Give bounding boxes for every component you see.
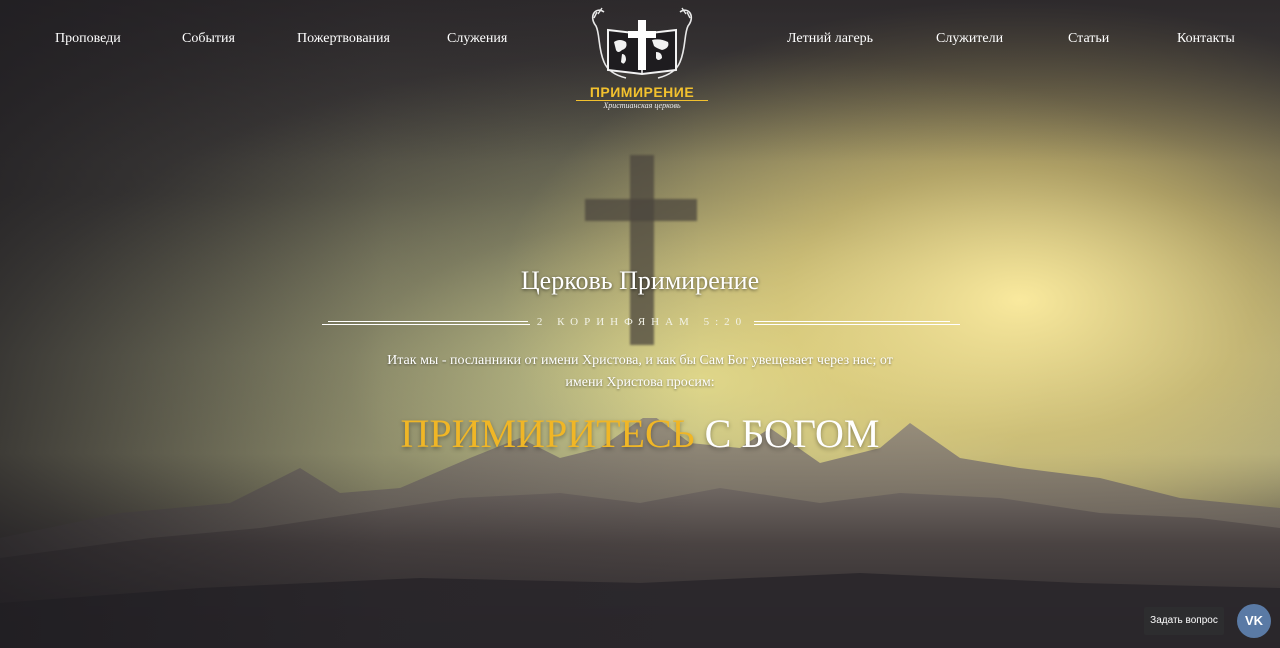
nav-item-ministers[interactable]: Служители [936,31,1003,47]
divider-right-bottom [754,324,960,325]
ask-question-button[interactable]: Задать вопрос [1144,607,1224,635]
hero-slogan: ПРИМИРИТЕСЬ С БОГОМ [340,410,940,457]
slogan-rest: С БОГОМ [704,411,880,456]
divider-right-top [754,321,950,322]
nav-item-sermons[interactable]: Проповеди [55,31,121,47]
logo-title: ПРИМИРЕНИЕ [589,84,695,100]
cross-horizontal-beam [585,199,697,221]
nav-item-contacts[interactable]: Контакты [1177,31,1235,47]
nav-item-ministries[interactable]: Служения [447,31,507,47]
scripture-reference-row: 2 КОРИНФЯНАМ 5:20 [322,315,962,331]
nav-item-summer-camp[interactable]: Летний лагерь [787,31,873,47]
slogan-highlight: ПРИМИРИТЕСЬ [400,411,695,456]
nav-item-events[interactable]: События [182,31,235,47]
nav-item-articles[interactable]: Статьи [1068,31,1109,47]
hero-title: Церковь Примирение [520,266,760,295]
scripture-reference: 2 КОРИНФЯНАМ 5:20 [536,316,748,328]
nav-item-donations[interactable]: Пожертвования [297,31,390,47]
scripture-quote: Итак мы - посланники от имени Христова, … [387,353,893,390]
church-logo[interactable]: ПРИМИРЕНИЕ Христианская церковь [574,4,710,116]
vk-icon[interactable]: VK [1237,604,1271,638]
bible-cross-emblem-icon [591,7,693,79]
logo-subtitle: Христианская церковь [603,101,681,110]
